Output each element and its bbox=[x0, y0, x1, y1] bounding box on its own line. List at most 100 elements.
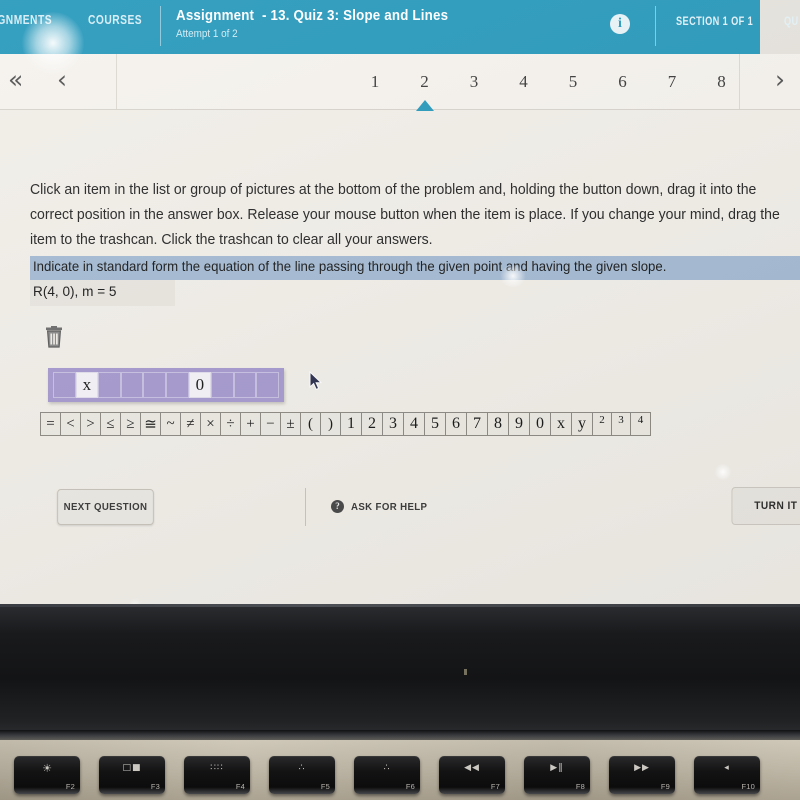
help-icon[interactable]: ? bbox=[331, 500, 344, 513]
keyboard-key-f6[interactable]: ∴ F6 bbox=[354, 756, 420, 794]
palette-key-symbol[interactable]: ≥ bbox=[121, 413, 141, 435]
answer-cell-list: x0 bbox=[53, 372, 279, 398]
bezel-highlight bbox=[0, 604, 800, 607]
palette-key-var-x[interactable]: x bbox=[551, 413, 572, 435]
header-divider-2 bbox=[655, 6, 656, 46]
palette-key-digit-8[interactable]: 8 bbox=[488, 413, 509, 435]
pager-page-3[interactable]: 3 bbox=[463, 72, 485, 92]
palette-key-symbol[interactable]: ) bbox=[321, 413, 341, 435]
answer-cell-empty[interactable] bbox=[53, 372, 76, 398]
actions-divider bbox=[305, 488, 306, 526]
keyboard-key-glyph-icon: ∴ bbox=[383, 763, 391, 773]
given-values-text: R(4, 0), m = 5 bbox=[33, 284, 117, 299]
palette-key-digit-9[interactable]: 9 bbox=[509, 413, 530, 435]
palette-key-symbol[interactable]: × bbox=[201, 413, 221, 435]
keyboard-key-f9[interactable]: ▶▶ F9 bbox=[609, 756, 675, 794]
keyboard-key-glyph-icon: ◀◀ bbox=[464, 763, 480, 773]
palette-key-exponent-4[interactable]: 4 bbox=[631, 413, 650, 435]
info-icon[interactable]: i bbox=[610, 14, 630, 34]
keyboard-key-f8[interactable]: ▶‖ F8 bbox=[524, 756, 590, 794]
answer-cell-filled[interactable]: x bbox=[75, 372, 99, 398]
palette-key-digit-5[interactable]: 5 bbox=[425, 413, 446, 435]
pager-page-2[interactable]: 2 bbox=[414, 72, 436, 92]
keyboard-key-label: F10 bbox=[741, 782, 755, 791]
pager-divider-left bbox=[116, 54, 117, 109]
palette-key-exponent-2[interactable]: 2 bbox=[593, 413, 612, 435]
palette-key-symbol[interactable]: + bbox=[241, 413, 261, 435]
pager-prev-button[interactable]: ‹ bbox=[57, 66, 67, 94]
palette-key-digit-4[interactable]: 4 bbox=[404, 413, 425, 435]
palette-key-digit-1[interactable]: 1 bbox=[341, 413, 362, 435]
trashcan-icon[interactable] bbox=[44, 326, 64, 348]
palette-key-digit-6[interactable]: 6 bbox=[446, 413, 467, 435]
palette-key-var-y[interactable]: y bbox=[572, 413, 593, 435]
attempt-status: Attempt 1 of 2 bbox=[176, 28, 238, 40]
keyboard-key-glyph-icon: ☀ bbox=[42, 762, 52, 775]
keyboard-key-label: F9 bbox=[660, 782, 670, 791]
ask-for-help-button[interactable]: ASK FOR HELP bbox=[351, 501, 427, 513]
pager-page-7[interactable]: 7 bbox=[661, 72, 683, 92]
nav-item-courses[interactable]: COURSES bbox=[88, 13, 142, 27]
trashcan-svg bbox=[46, 326, 62, 348]
palette-key-symbol[interactable]: ≠ bbox=[181, 413, 201, 435]
answer-cell-empty[interactable] bbox=[211, 372, 234, 398]
pager-selected-marker bbox=[415, 100, 434, 111]
keyboard-key-f5[interactable]: ∴ F5 bbox=[269, 756, 335, 794]
keyboard-key-glyph-icon: ∷∷ bbox=[210, 763, 224, 773]
keyboard-key-f10[interactable]: ◂ F10 bbox=[694, 756, 760, 794]
pager-page-6[interactable]: 6 bbox=[612, 72, 634, 92]
answer-cell-empty[interactable] bbox=[143, 372, 166, 398]
header-divider bbox=[160, 6, 161, 46]
palette-key-symbol[interactable]: ( bbox=[301, 413, 321, 435]
problem-statement-band: Indicate in standard form the equation o… bbox=[30, 256, 800, 280]
keyboard-key-glyph-icon: □■ bbox=[122, 763, 142, 773]
laptop-bottom-bezel bbox=[0, 604, 800, 740]
problem-statement-text: Indicate in standard form the equation o… bbox=[33, 259, 667, 274]
bezel-speck bbox=[464, 669, 467, 675]
cursor-arrow-icon bbox=[309, 370, 323, 391]
palette-key-symbol[interactable]: ÷ bbox=[221, 413, 241, 435]
answer-box[interactable]: x0 bbox=[48, 368, 284, 402]
keyboard-key-f7[interactable]: ◀◀ F7 bbox=[439, 756, 505, 794]
pager-next-button[interactable]: › bbox=[775, 66, 785, 94]
assignment-title: Assignment - 13. Quiz 3: Slope and Lines bbox=[176, 8, 448, 24]
palette-key-digit-7[interactable]: 7 bbox=[467, 413, 488, 435]
answer-cell-empty[interactable] bbox=[120, 372, 144, 398]
answer-cell-empty[interactable] bbox=[165, 372, 189, 398]
keyboard-key-f3[interactable]: □■ F3 bbox=[99, 756, 165, 794]
nav-item-assignments[interactable]: IGNMENTS bbox=[0, 13, 52, 27]
palette-key-symbol[interactable]: ~ bbox=[161, 413, 181, 435]
answer-cell-empty[interactable] bbox=[256, 372, 279, 398]
palette-key-symbol[interactable]: ≤ bbox=[101, 413, 121, 435]
pager-page-8[interactable]: 8 bbox=[711, 72, 733, 92]
palette-key-digit-3[interactable]: 3 bbox=[383, 413, 404, 435]
keyboard-key-f4[interactable]: ∷∷ F4 bbox=[184, 756, 250, 794]
given-values-band: R(4, 0), m = 5 bbox=[30, 280, 175, 306]
palette-key-digit-2[interactable]: 2 bbox=[362, 413, 383, 435]
pager-page-1[interactable]: 1 bbox=[364, 72, 386, 92]
laptop-photo: IGNMENTS COURSES Assignment - 13. Quiz 3… bbox=[0, 0, 800, 800]
next-question-button[interactable]: NEXT QUESTION bbox=[57, 489, 154, 525]
palette-key-symbol[interactable]: ± bbox=[281, 413, 301, 435]
palette-key-symbol[interactable]: − bbox=[261, 413, 281, 435]
turn-it-in-button[interactable]: TURN IT IN bbox=[731, 487, 800, 525]
palette-key-symbol[interactable]: ≅ bbox=[141, 413, 161, 435]
palette-key-symbol[interactable]: = bbox=[41, 413, 61, 435]
palette-key-symbol[interactable]: < bbox=[61, 413, 81, 435]
pager-first-button[interactable]: « bbox=[8, 66, 23, 94]
pager-page-4[interactable]: 4 bbox=[513, 72, 535, 92]
question-pager: « ‹ 1 2 3 4 5 6 7 8 › bbox=[0, 54, 800, 111]
palette-key-digit-0[interactable]: 0 bbox=[530, 413, 551, 435]
palette-key-exponent-3[interactable]: 3 bbox=[612, 413, 631, 435]
answer-cell-empty[interactable] bbox=[233, 372, 257, 398]
instructions-text: Click an item in the list or group of pi… bbox=[30, 182, 780, 248]
keyboard-key-label: F6 bbox=[405, 782, 415, 791]
answer-cell-empty[interactable] bbox=[98, 372, 121, 398]
symbol-palette[interactable]: = < > ≤ ≥ ≅ ~ ≠ × ÷ + − ±() 1 2 3 4 5 6 7 8 9 0 x y 2 3 4 bbox=[40, 412, 651, 436]
keyboard-key-glyph-icon: ∴ bbox=[298, 763, 306, 773]
answer-cell-filled[interactable]: 0 bbox=[188, 372, 212, 398]
pager-page-5[interactable]: 5 bbox=[562, 72, 584, 92]
palette-key-symbol[interactable]: > bbox=[81, 413, 101, 435]
keyboard-key-glyph-icon: ◂ bbox=[724, 763, 730, 773]
keyboard-key-f2[interactable]: ☀ F2 bbox=[14, 756, 80, 794]
